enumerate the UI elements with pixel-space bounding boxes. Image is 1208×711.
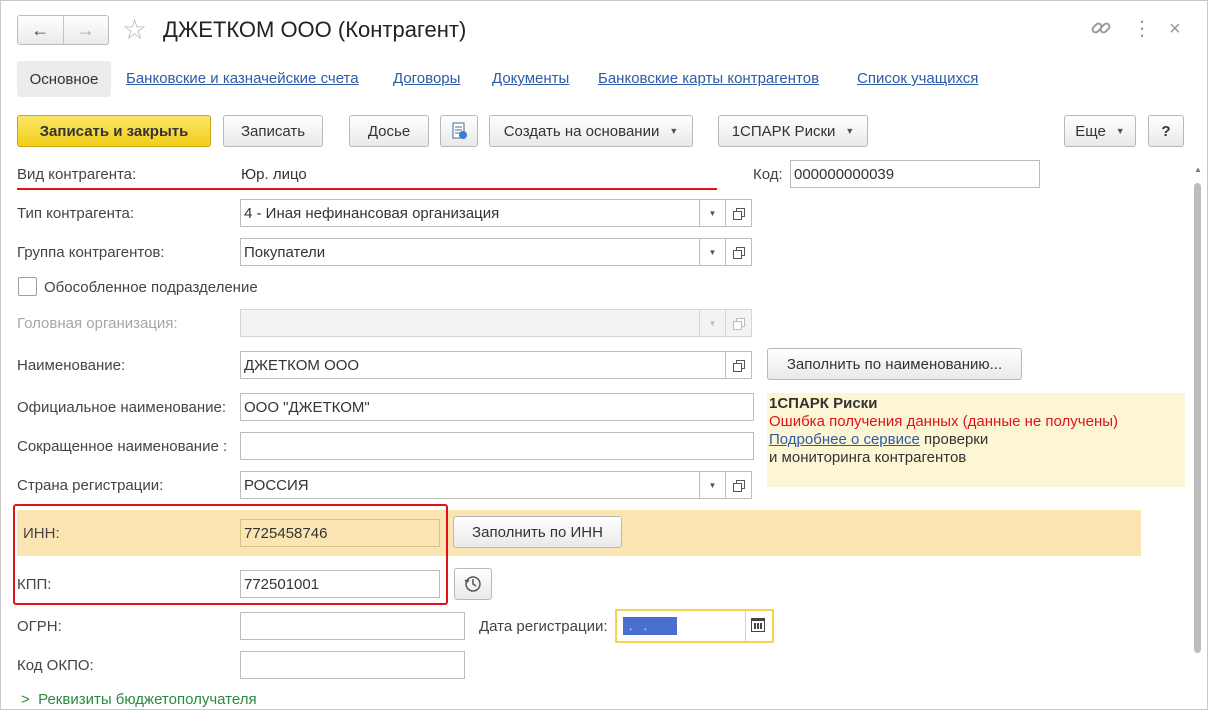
spark-error-message: Ошибка получения данных (данные не получ… (769, 413, 1119, 430)
okpo-field[interactable] (240, 651, 465, 679)
arrow-right-icon: → (76, 19, 95, 40)
open-form-icon (733, 359, 745, 372)
kpp-history-button[interactable] (454, 568, 492, 600)
group-dropdown-button[interactable]: ▼ (700, 238, 726, 266)
name-field[interactable]: ДЖЕТКОМ ООО (240, 351, 726, 379)
spark-panel-title: 1СПАРК Риски (769, 395, 878, 412)
head-org-field (240, 309, 700, 337)
country-label: Страна регистрации: (17, 477, 164, 494)
type-dropdown-button[interactable]: ▼ (700, 199, 726, 227)
code-label: Код: (753, 166, 783, 183)
type-label: Тип контрагента: (17, 205, 135, 222)
okpo-label: Код ОКПО: (17, 657, 94, 674)
navigation-buttons: ← → (17, 15, 109, 45)
open-form-icon (733, 317, 745, 330)
contractor-form-window: ← → ☆ ДЖЕТКОМ ООО (Контрагент) ⋮ × Основ… (0, 0, 1208, 710)
scroll-thumb[interactable] (1194, 183, 1201, 653)
fill-by-inn-button[interactable]: Заполнить по ИНН (453, 516, 622, 548)
chevron-down-icon: ▼ (708, 208, 717, 218)
arrow-left-icon: ← (31, 19, 50, 40)
chevron-right-icon: > (21, 691, 30, 708)
back-button[interactable]: ← (18, 16, 63, 44)
group-open-button[interactable] (726, 238, 752, 266)
print-document-icon (452, 122, 467, 139)
reg-date-value: . . (623, 617, 677, 635)
create-based-on-button[interactable]: Создать на основании ▼ (489, 115, 693, 147)
kind-value[interactable]: Юр. лицо (241, 166, 307, 183)
tab-main[interactable]: Основное (17, 61, 111, 97)
spark-risks-button[interactable]: 1СПАРК Риски ▼ (718, 115, 868, 147)
chevron-down-icon: ▼ (708, 247, 717, 257)
help-button[interactable]: ? (1148, 115, 1184, 147)
head-org-dropdown-button: ▼ (700, 309, 726, 337)
forward-button[interactable]: → (62, 16, 109, 44)
country-dropdown-button[interactable]: ▼ (700, 471, 726, 499)
separate-division-label: Обособленное подразделение (44, 279, 258, 296)
tab-contracts[interactable]: Договоры (393, 70, 460, 87)
spark-risks-panel: 1СПАРК Риски Ошибка получения данных (да… (767, 393, 1185, 487)
type-field[interactable]: 4 - Иная нефинансовая организация (240, 199, 700, 227)
page-title: ДЖЕТКОМ ООО (Контрагент) (163, 17, 467, 42)
official-name-label: Официальное наименование: (17, 399, 227, 416)
fill-by-name-button[interactable]: Заполнить по наименованию... (767, 348, 1022, 380)
tab-students-list[interactable]: Список учащихся (857, 70, 978, 87)
more-label: Еще (1075, 122, 1106, 140)
open-form-icon (733, 207, 745, 220)
highlight-underline (17, 188, 717, 190)
date-separator (745, 611, 746, 641)
link-icon[interactable] (1090, 17, 1112, 45)
open-form-icon (733, 246, 745, 259)
chevron-down-icon: ▼ (845, 126, 855, 136)
reg-date-field[interactable]: . . (615, 609, 774, 643)
name-open-button[interactable] (726, 351, 752, 379)
official-name-field[interactable]: ООО "ДЖЕТКОМ" (240, 393, 754, 421)
head-org-open-button (726, 309, 752, 337)
tab-bank-cards[interactable]: Банковские карты контрагентов (598, 70, 819, 87)
group-label: Группа контрагентов: (17, 244, 165, 261)
budget-recipient-group[interactable]: > Реквизиты бюджетополучателя (21, 691, 257, 708)
close-icon[interactable]: × (1169, 17, 1181, 41)
open-form-icon (733, 479, 745, 492)
ogrn-field[interactable] (240, 612, 465, 640)
dossier-button[interactable]: Досье (349, 115, 429, 147)
calendar-icon[interactable] (751, 618, 765, 632)
tab-bank-accounts[interactable]: Банковские и казначейские счета (126, 70, 359, 87)
spark-risks-label: 1СПАРК Риски (731, 122, 836, 140)
spark-text-2: и мониторинга контрагентов (769, 449, 967, 466)
inn-kpp-highlight-box (13, 504, 448, 605)
spark-more-link[interactable]: Подробнее о сервисе (769, 431, 920, 448)
group-field[interactable]: Покупатели (240, 238, 700, 266)
favorite-star-icon[interactable]: ☆ (122, 15, 147, 45)
budget-recipient-label: Реквизиты бюджетополучателя (38, 691, 257, 708)
country-field[interactable]: РОССИЯ (240, 471, 700, 499)
short-name-label: Сокращенное наименование : (17, 438, 228, 455)
tab-documents[interactable]: Документы (492, 70, 569, 87)
country-open-button[interactable] (726, 471, 752, 499)
ogrn-label: ОГРН: (17, 618, 62, 635)
name-label: Наименование: (17, 357, 126, 374)
scroll-up-icon[interactable]: ▲ (1194, 165, 1202, 174)
code-field[interactable]: 000000000039 (790, 160, 1040, 188)
head-org-label: Головная организация: (17, 315, 178, 332)
print-document-button[interactable] (440, 115, 478, 147)
chevron-down-icon: ▼ (708, 480, 717, 490)
more-button[interactable]: Еще ▼ (1064, 115, 1136, 147)
reg-date-label: Дата регистрации: (479, 618, 608, 635)
vertical-scrollbar[interactable]: ▲ (1191, 161, 1205, 711)
more-vertical-icon[interactable]: ⋮ (1132, 17, 1152, 41)
create-based-on-label: Создать на основании (503, 122, 660, 140)
separate-division-checkbox[interactable] (18, 277, 37, 296)
save-and-close-button[interactable]: Записать и закрыть (17, 115, 211, 147)
chevron-down-icon: ▼ (1115, 126, 1125, 136)
short-name-field[interactable] (240, 432, 754, 460)
chevron-down-icon: ▼ (669, 126, 679, 136)
kind-label: Вид контрагента: (17, 166, 137, 183)
save-button[interactable]: Записать (223, 115, 323, 147)
history-clock-icon (464, 576, 481, 592)
type-open-button[interactable] (726, 199, 752, 227)
chevron-down-icon: ▼ (708, 318, 717, 328)
spark-text-1: проверки (919, 431, 989, 448)
